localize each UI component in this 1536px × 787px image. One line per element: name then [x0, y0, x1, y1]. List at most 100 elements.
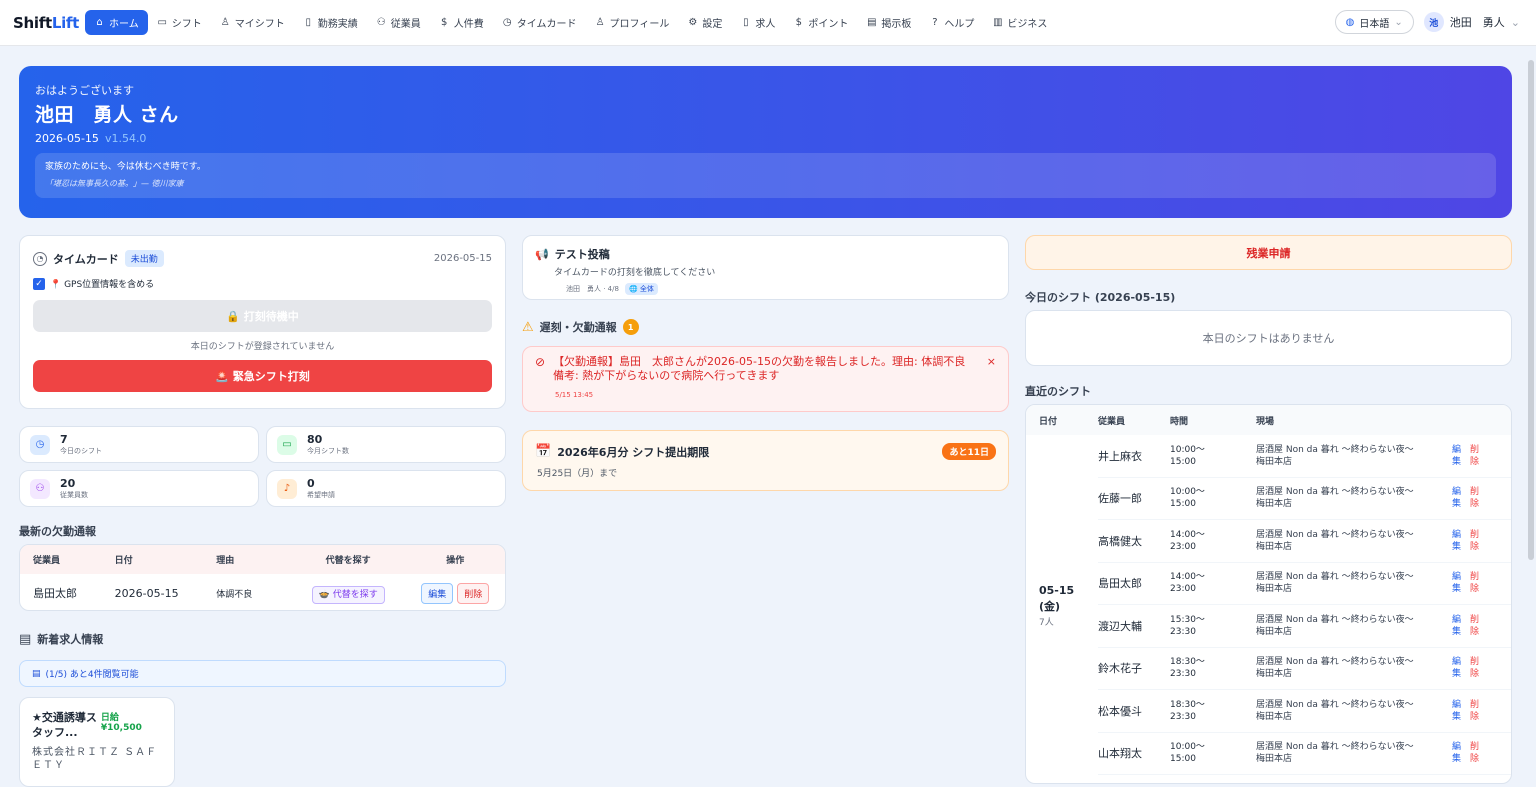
- nav-item-10[interactable]: $ ポイント: [784, 10, 857, 35]
- overtime-request-button[interactable]: 残業申請: [1025, 235, 1512, 270]
- col-employee: 従業員: [33, 556, 61, 566]
- delete-button[interactable]: 削除: [1470, 741, 1482, 765]
- col-date: 日付: [114, 556, 133, 566]
- shift-time-line: 15:00: [1170, 499, 1196, 510]
- shift-actions: 編集削除: [1452, 444, 1482, 468]
- edit-button[interactable]: 編集: [1452, 486, 1464, 510]
- shift-actions: 編集削除: [1452, 486, 1482, 510]
- stat-card[interactable]: ⚇ 20 従業員数: [19, 470, 259, 507]
- shift-employee: 島田太郎: [1098, 575, 1170, 591]
- shift-site: 居酒屋 Non da 暮れ 〜終わらない夜〜 梅田本店: [1256, 699, 1452, 723]
- nav-item-13[interactable]: ▥ ビジネス: [983, 10, 1056, 35]
- edit-button-line: 集: [1452, 541, 1462, 552]
- nav-item-9[interactable]: ▯ 求人: [731, 10, 784, 35]
- shift-site-line: 梅田本店: [1256, 456, 1293, 467]
- shift-time-line: 10:00〜: [1170, 742, 1205, 753]
- delete-button-line: 削: [1470, 657, 1480, 668]
- close-icon[interactable]: ×: [987, 355, 996, 383]
- delete-button[interactable]: 削除: [457, 582, 490, 604]
- table-row: 山本翔太 10:00〜 15:00 居酒屋 Non da 暮れ 〜終わらない夜〜 梅田本…: [1098, 733, 1511, 775]
- delete-button-line: 削: [1470, 529, 1480, 540]
- nav-item-4[interactable]: ⚇ 従業員: [367, 10, 430, 35]
- users-icon: ⚇: [30, 478, 50, 499]
- edit-button[interactable]: 編集: [1452, 741, 1464, 765]
- edit-button[interactable]: 編集: [421, 582, 454, 604]
- status-badge: 未出勤: [124, 250, 164, 267]
- stat-text: 7 今日のシフト: [60, 433, 102, 456]
- col-find-substitute: 代替を探す: [325, 556, 371, 566]
- delete-button-line: 除: [1470, 456, 1480, 467]
- nav-item-6[interactable]: ◷ タイムカード: [493, 10, 586, 35]
- delete-button[interactable]: 削除: [1470, 656, 1482, 680]
- shift-site-line: 居酒屋 Non da 暮れ 〜終わらない夜〜: [1256, 614, 1414, 625]
- today-shift-title: 今日のシフト (2026-05-15): [1025, 291, 1176, 304]
- col-employee: 従業員: [1098, 416, 1126, 427]
- hero-date: 2026-05-15: [35, 132, 99, 145]
- user-menu[interactable]: 池 池田 勇人 ⌄: [1423, 12, 1520, 32]
- top-navbar: ShiftLift ⌂ ホーム ▭ シフト ♙ マイシフト ▯ 勤務実績 ⚇ 従業員 $ 人件費 ◷ タイ…: [0, 0, 1536, 46]
- nav-item-12[interactable]: ? ヘルプ: [920, 10, 983, 35]
- punch-waiting-button[interactable]: 🔒 打刻待機中: [33, 300, 492, 332]
- edit-button[interactable]: 編集: [1452, 614, 1464, 638]
- edit-button-line: 編: [1452, 487, 1462, 498]
- nav-item-3[interactable]: ▯ 勤務実績: [294, 10, 367, 35]
- nav-item-label: シフト: [171, 19, 202, 30]
- delete-button[interactable]: 削除: [1470, 699, 1482, 723]
- stat-text: 20 従業員数: [60, 477, 88, 500]
- shift-time: 10:00〜 15:00: [1170, 741, 1256, 765]
- delete-button[interactable]: 削除: [1470, 614, 1482, 638]
- nav-menu: ⌂ ホーム ▭ シフト ♙ マイシフト ▯ 勤務実績 ⚇ 従業員 $ 人件費 ◷ タイムカード ♙ プロフィー…: [85, 10, 1056, 35]
- edit-button[interactable]: 編集: [1452, 571, 1464, 595]
- page-scrollbar[interactable]: [1528, 60, 1534, 560]
- nav-item-label: 従業員: [390, 19, 421, 30]
- edit-button[interactable]: 編集: [1452, 444, 1464, 468]
- post-scope-badge: 🌐 全体: [624, 283, 658, 295]
- deadline-header: 📅 2026年6月分 シフト提出期限 あと11日: [535, 443, 996, 460]
- absence-employee: 島田太郎: [33, 587, 77, 600]
- nav-item-7[interactable]: ♙ プロフィール: [586, 10, 679, 35]
- gps-option: ✓ 📍 GPS位置情報を含める: [33, 277, 492, 290]
- stat-card[interactable]: ◷ 7 今日のシフト: [19, 426, 259, 463]
- delete-button[interactable]: 削除: [1470, 529, 1482, 553]
- nav-item-11[interactable]: ▤ 掲示板: [857, 10, 920, 35]
- col-reason: 理由: [216, 556, 235, 566]
- nav-item-8[interactable]: ⚙ 設定: [678, 10, 731, 35]
- delete-button-line: 除: [1470, 584, 1480, 595]
- absence-table-header: 従業員 日付 理由 代替を探す 操作: [20, 545, 505, 574]
- stat-card[interactable]: ▭ 80 今月シフト数: [266, 426, 506, 463]
- nav-item-label: タイムカード: [516, 19, 577, 30]
- group-count: 7人: [1039, 617, 1054, 628]
- delete-button[interactable]: 削除: [1470, 444, 1482, 468]
- nav-item-5[interactable]: $ 人件費: [430, 10, 493, 35]
- edit-button[interactable]: 編集: [1452, 529, 1464, 553]
- shift-rows: 井上麻衣 10:00〜 15:00 居酒屋 Non da 暮れ 〜終わらない夜〜 梅田本…: [1098, 435, 1511, 775]
- file-icon: ▯: [743, 17, 749, 28]
- edit-button[interactable]: 編集: [1452, 699, 1464, 723]
- shift-employee: 高橋健太: [1098, 533, 1170, 549]
- nav-item-label: プロフィール: [609, 19, 670, 30]
- delete-button[interactable]: 削除: [1470, 486, 1482, 510]
- shift-site: 居酒屋 Non da 暮れ 〜終わらない夜〜 梅田本店: [1256, 529, 1452, 553]
- nav-item-0[interactable]: ⌂ ホーム: [85, 10, 148, 35]
- date-group-cell: 05-15 (金) 7人: [1026, 435, 1098, 775]
- nav-item-2[interactable]: ♙ マイシフト: [211, 10, 294, 35]
- recent-shifts-table: 日付 従業員 時間 現場 05-15 (金) 7人 井上麻衣 10:00〜 15:0…: [1025, 404, 1512, 784]
- shift-employee-line: 鈴木花子: [1098, 662, 1142, 676]
- language-selector[interactable]: ◍ 日本語 ⌄: [1334, 10, 1414, 34]
- job-card[interactable]: ★交通誘導スタッフ... 日給 ¥10,500 株式会社ＲＩＴＺ ＳＡＦＥＴＹ: [19, 697, 175, 787]
- stat-card[interactable]: ♪ 0 希望申請: [266, 470, 506, 507]
- nav-item-1[interactable]: ▭ シフト: [148, 10, 211, 35]
- app-logo[interactable]: ShiftLift: [13, 14, 79, 32]
- bulletin-post[interactable]: 📢 テスト投稿 タイムカードの打刻を徹底してください 池田 勇人 · 4/8 🌐…: [522, 235, 1009, 300]
- shift-time: 18:30〜 23:30: [1170, 699, 1256, 723]
- shift-site: 居酒屋 Non da 暮れ 〜終わらない夜〜 梅田本店: [1256, 486, 1452, 510]
- nav-item-label: 人件費: [453, 19, 484, 30]
- delete-button[interactable]: 削除: [1470, 571, 1482, 595]
- edit-button[interactable]: 編集: [1452, 656, 1464, 680]
- find-substitute-button[interactable]: 🍲 代替を探す: [311, 585, 385, 604]
- gps-checkbox[interactable]: ✓: [33, 277, 45, 290]
- clock-icon: ◷: [502, 17, 512, 28]
- shift-employee: 渡辺大輔: [1098, 618, 1170, 634]
- emergency-punch-button[interactable]: 🚨 緊急シフト打刻: [33, 360, 492, 392]
- recent-shifts-title: 直近のシフト: [1025, 385, 1091, 398]
